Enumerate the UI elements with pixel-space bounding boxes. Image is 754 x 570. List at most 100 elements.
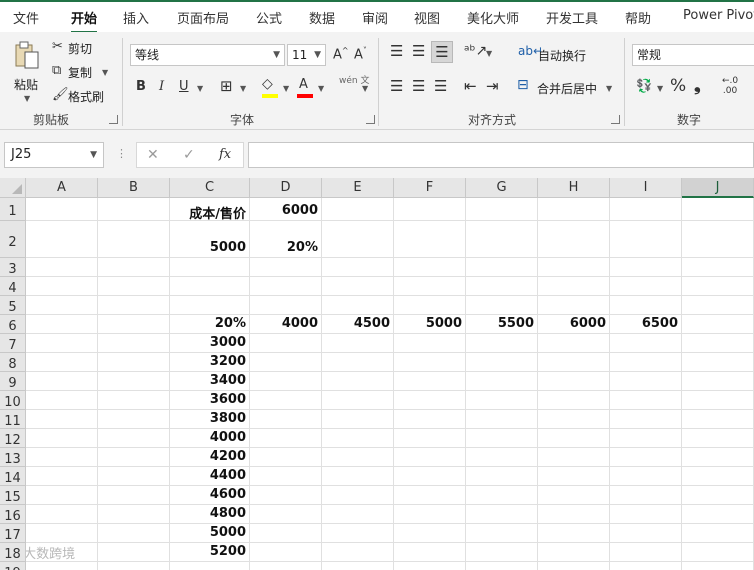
cell-c15[interactable]: 4600 [172,487,246,502]
enter-icon[interactable]: ✓ [183,148,195,162]
paste-dropdown-icon[interactable]: ▼ [24,94,30,103]
tab-formulas[interactable]: 公式 [256,8,282,27]
currency-icon[interactable]: 💱 [636,80,652,93]
cell-c7[interactable]: 3000 [172,335,246,350]
row-header-4[interactable]: 4 [0,277,26,296]
tab-page-layout[interactable]: 页面布局 [177,8,229,27]
row-header-19[interactable]: 19 [0,562,26,570]
cell-c18[interactable]: 5200 [172,544,246,559]
format-painter-button[interactable]: 格式刷 [68,88,104,105]
column-header-j[interactable]: J [682,178,754,198]
row-header-7[interactable]: 7 [0,334,26,353]
tab-view[interactable]: 视图 [414,8,440,27]
cell-c13[interactable]: 4200 [172,449,246,464]
row-header-14[interactable]: 14 [0,467,26,486]
column-header-e[interactable]: E [322,178,394,198]
fill-color-icon[interactable]: ◇ [262,77,273,91]
row-header-9[interactable]: 9 [0,372,26,391]
insert-function-icon[interactable]: fx [219,148,231,161]
currency-dropdown-icon[interactable]: ▼ [657,84,663,93]
row-header-18[interactable]: 18 [0,543,26,562]
orientation-icon[interactable]: ᵃᵇ↗ [464,44,487,58]
column-header-a[interactable]: A [26,178,98,198]
underline-button[interactable]: U [179,80,189,93]
row-header-17[interactable]: 17 [0,524,26,543]
name-box[interactable]: J25 ▼ [4,142,104,168]
tab-review[interactable]: 审阅 [362,8,388,27]
increase-decimal-icon[interactable]: ←.0.00 [722,76,738,96]
cell-g6[interactable]: 5500 [468,316,534,331]
formula-input[interactable] [248,142,754,168]
column-header-c[interactable]: C [170,178,250,198]
cell-c6[interactable]: 20% [172,316,246,331]
fill-color-dropdown-icon[interactable]: ▼ [283,84,289,93]
percent-button[interactable]: % [670,78,686,95]
clipboard-launcher-icon[interactable] [109,115,118,124]
cell-c10[interactable]: 3600 [172,392,246,407]
align-center-icon[interactable]: ☰ [412,79,425,94]
cell-h6[interactable]: 6000 [540,316,606,331]
cell-c2[interactable]: 5000 [172,240,246,255]
tab-developer[interactable]: 开发工具 [546,8,598,27]
more-options-icon[interactable]: ⋮ [116,147,127,160]
font-color-icon[interactable]: A [299,78,308,91]
phonetic-dropdown-icon[interactable]: ▼ [362,84,368,93]
cell-d1[interactable]: 6000 [252,203,318,218]
shrink-font-icon[interactable]: A˅ [354,47,367,62]
decrease-indent-icon[interactable]: ⇤ [464,79,477,94]
cell-c12[interactable]: 4000 [172,430,246,445]
cell-d6[interactable]: 4000 [252,316,318,331]
border-icon[interactable]: ⊞ [220,79,233,94]
cell-d2[interactable]: 20% [252,240,318,255]
cell-i6[interactable]: 6500 [612,316,678,331]
copy-button[interactable]: 复制 [68,64,92,81]
tab-help[interactable]: 帮助 [625,8,651,27]
spreadsheet-grid[interactable]: © 大数跨境 A B C D E F G H I J 1 2 3 4 5 6 7 8 9 10 11 12 13 14 15 16… [0,178,754,570]
underline-dropdown-icon[interactable]: ▼ [197,84,203,93]
merge-center-button[interactable]: 合并后居中 [537,80,597,97]
cell-c9[interactable]: 3400 [172,373,246,388]
comma-style-button[interactable]: ❟ [694,78,701,95]
align-top-icon[interactable]: ☰ [390,44,403,59]
border-dropdown-icon[interactable]: ▼ [240,84,246,93]
column-header-g[interactable]: G [466,178,538,198]
row-header-1[interactable]: 1 [0,198,26,221]
cell-c1[interactable]: 成本/售价 [172,203,246,222]
row-header-15[interactable]: 15 [0,486,26,505]
select-all-button[interactable] [0,178,26,198]
row-header-16[interactable]: 16 [0,505,26,524]
align-bottom-icon[interactable]: ☰ [431,41,453,63]
column-header-b[interactable]: B [98,178,170,198]
cell-e6[interactable]: 4500 [324,316,390,331]
row-header-6[interactable]: 6 [0,315,26,334]
copy-dropdown-icon[interactable]: ▼ [102,68,108,77]
alignment-launcher-icon[interactable] [611,115,620,124]
tab-home[interactable]: 开始 [71,8,98,34]
font-launcher-icon[interactable] [366,115,375,124]
cell-c16[interactable]: 4800 [172,506,246,521]
italic-button[interactable]: I [159,80,164,93]
row-header-8[interactable]: 8 [0,353,26,372]
font-name-select[interactable]: 等线 ▼ [130,44,285,66]
bold-button[interactable]: B [136,80,146,93]
font-color-dropdown-icon[interactable]: ▼ [318,84,324,93]
column-header-f[interactable]: F [394,178,466,198]
row-header-12[interactable]: 12 [0,429,26,448]
column-header-i[interactable]: I [610,178,682,198]
tab-file[interactable]: 文件 [13,8,39,27]
cancel-icon[interactable]: ✕ [147,148,159,162]
align-right-icon[interactable]: ☰ [434,79,447,94]
cell-c17[interactable]: 5000 [172,525,246,540]
tab-data[interactable]: 数据 [309,8,335,27]
row-header-11[interactable]: 11 [0,410,26,429]
align-middle-icon[interactable]: ☰ [412,44,425,59]
tab-insert[interactable]: 插入 [123,8,149,27]
align-left-icon[interactable]: ☰ [390,79,403,94]
cell-c14[interactable]: 4400 [172,468,246,483]
row-header-3[interactable]: 3 [0,258,26,277]
column-header-h[interactable]: H [538,178,610,198]
tab-beautify[interactable]: 美化大师 [467,8,519,27]
paste-button[interactable]: 粘贴 ▼ [8,38,46,104]
row-header-2[interactable]: 2 [0,221,26,258]
cell-f6[interactable]: 5000 [396,316,462,331]
